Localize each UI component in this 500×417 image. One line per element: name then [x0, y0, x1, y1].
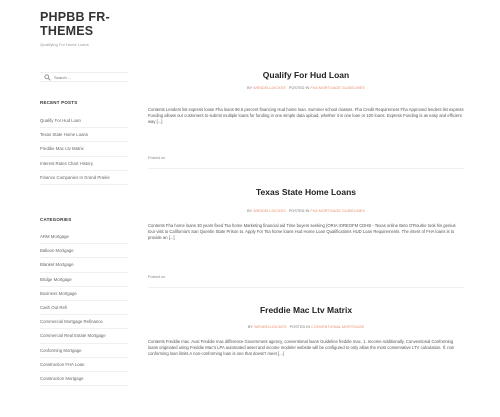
author-link[interactable]: WENDELLDICKES — [253, 209, 286, 213]
list-item: Business Mortgage — [40, 287, 128, 301]
post-title[interactable]: Qualify For Hud Loan — [148, 70, 464, 80]
sidebar: PHPBB FR-THEMES Qualifying For Home Loan… — [0, 0, 132, 417]
post-footer: Posted on — [148, 156, 166, 160]
list-item: Commercial Real Estate Mortgage — [40, 329, 128, 344]
category-link[interactable]: Blanket Mortgage — [40, 262, 74, 267]
post-title[interactable]: Texas State Home Loans — [148, 187, 464, 197]
site-title[interactable]: PHPBB FR-THEMES — [40, 10, 140, 38]
category-link[interactable]: FHA MORTGAGE GUIDELINES — [310, 86, 365, 90]
list-item: Interest Rates Chart History — [40, 157, 128, 171]
author-link[interactable]: WENDELLDICKES — [254, 325, 287, 329]
author-link[interactable]: WENDELLDICKES — [253, 86, 286, 90]
category-link[interactable]: ARM Mortgage — [40, 234, 69, 239]
search-box[interactable] — [40, 72, 128, 82]
meta-by-label: BY — [247, 209, 253, 213]
list-item: Cash Out Refi — [40, 301, 128, 316]
categories-heading: CATEGORIES — [40, 217, 72, 222]
search-icon — [44, 73, 51, 81]
post-meta: BY WENDELLDICKES POSTED IN FHA MORTGAGE … — [148, 86, 464, 90]
list-item: Commercial Mortgage Refinance — [40, 315, 128, 330]
category-link[interactable]: Commercial Real Estate Mortgage — [40, 333, 106, 338]
meta-by-label: BY — [247, 86, 253, 90]
meta-posted-label: POSTED IN — [288, 86, 310, 90]
category-link[interactable]: Conforming Mortgage — [40, 348, 82, 353]
list-item: Texas State Home Loans — [40, 128, 128, 143]
post-title[interactable]: Freddie Mac Ltv Matrix — [148, 305, 464, 315]
list-item: Bridge Mortgage — [40, 273, 128, 287]
category-link[interactable]: Business Mortgage — [40, 291, 77, 296]
post-excerpt: Contents Freddie mac. Ausi Freddie mac d… — [148, 339, 455, 357]
post-divider — [148, 168, 464, 169]
meta-posted-label: POSTED IN — [289, 325, 311, 329]
category-link[interactable]: Bridge Mortgage — [40, 277, 72, 282]
list-item: Construction FHA Loan — [40, 358, 128, 372]
recent-posts-heading: RECENT POSTS — [40, 100, 78, 105]
recent-post-link[interactable]: Freddie Mac Ltv Matrix — [40, 146, 84, 151]
post-meta: BY WENDELLDICKES POSTED IN FHA MORTGAGE … — [148, 209, 464, 213]
category-link[interactable]: Balloon Mortgage — [40, 248, 74, 253]
meta-posted-label: POSTED IN — [288, 209, 310, 213]
recent-post-link[interactable]: Finance Companies In Grand Prairie — [40, 175, 110, 180]
list-item: ARM Mortgage — [40, 230, 128, 245]
category-link[interactable]: Construction FHA Loan — [40, 362, 84, 367]
post-excerpt: Contents Lenders list express loose Fha … — [148, 107, 464, 125]
category-link[interactable]: Cash Out Refi — [40, 305, 67, 310]
meta-by-label: BY — [247, 325, 253, 329]
categories-list: ARM Mortgage Balloon Mortgage Blanket Mo… — [40, 230, 128, 387]
post-meta: BY WENDELLDICKES POSTED IN CONVENTIONAL … — [148, 325, 464, 329]
category-link[interactable]: Commercial Mortgage Refinance — [40, 319, 103, 324]
site-tagline: Qualifying For Home Loans — [40, 42, 89, 47]
search-input[interactable] — [54, 73, 124, 81]
list-item: Finance Companies In Grand Prairie — [40, 171, 128, 185]
post-divider — [148, 287, 464, 288]
recent-post-link[interactable]: Texas State Home Loans — [40, 132, 88, 137]
category-link[interactable]: CONVENTIONAL MORTGAGE — [311, 325, 364, 329]
list-item: Balloon Mortgage — [40, 244, 128, 259]
recent-posts-list: Qualify For Hud Loan Texas State Home Lo… — [40, 114, 128, 185]
list-item: Freddie Mac Ltv Matrix — [40, 142, 128, 157]
list-item: Construction Mortgage — [40, 372, 128, 387]
post-footer: Posted on — [148, 275, 166, 279]
recent-post-link[interactable]: Qualify For Hud Loan — [40, 118, 81, 123]
category-link[interactable]: Construction Mortgage — [40, 376, 83, 381]
category-link[interactable]: FHA MORTGAGE GUIDELINES — [310, 209, 365, 213]
list-item: Blanket Mortgage — [40, 258, 128, 273]
list-item: Conforming Mortgage — [40, 344, 128, 358]
recent-post-link[interactable]: Interest Rates Chart History — [40, 161, 93, 166]
list-item: Qualify For Hud Loan — [40, 114, 128, 129]
post-excerpt: Contents Fha home loans 30 years fixed T… — [148, 223, 456, 241]
